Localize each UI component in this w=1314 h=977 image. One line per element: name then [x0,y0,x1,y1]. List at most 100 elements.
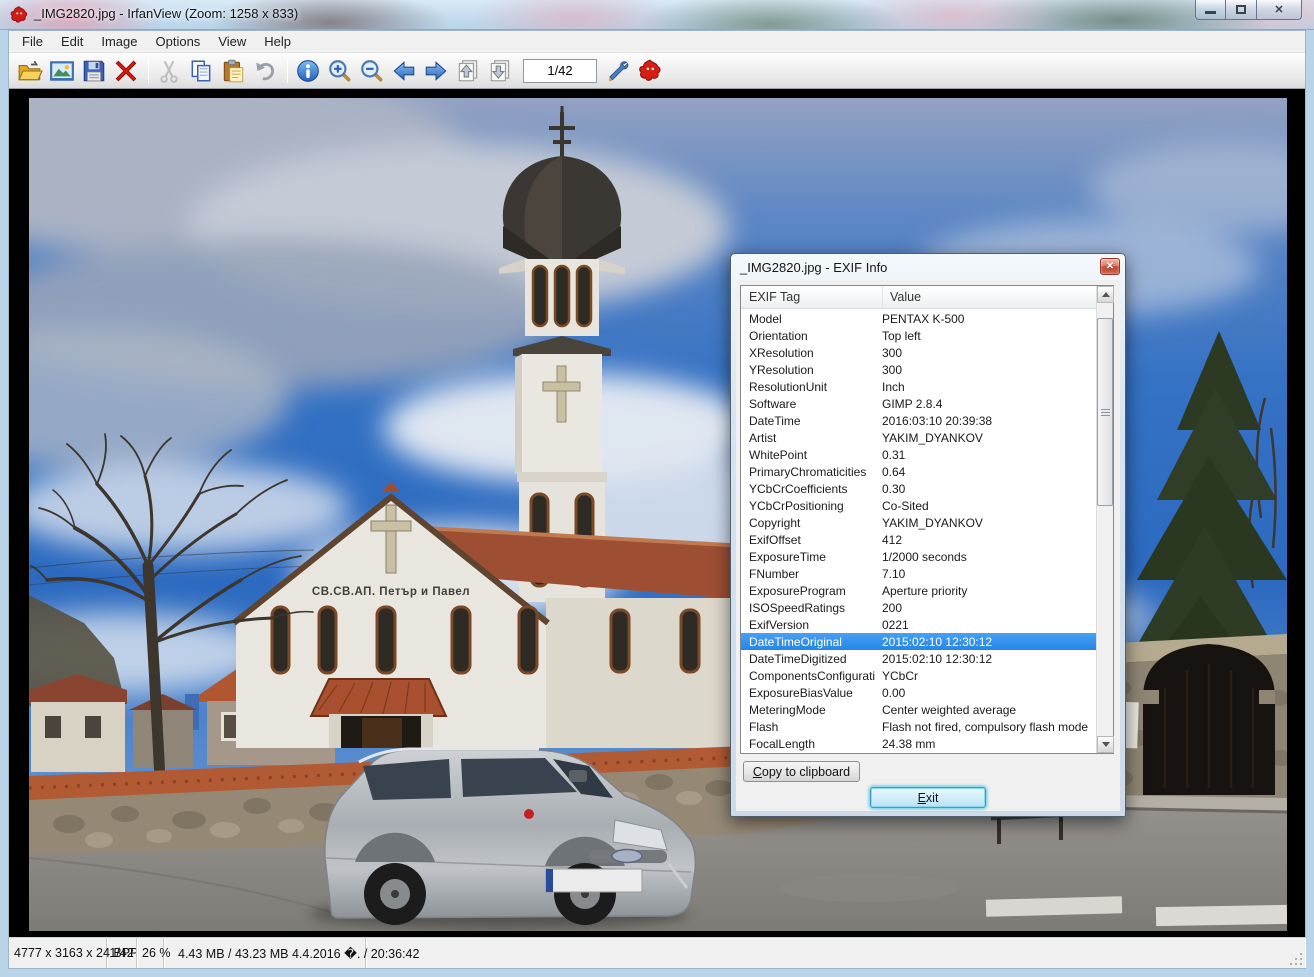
exif-row[interactable]: ArtistYAKIM_DYANKOV [741,429,1097,446]
info-icon [295,58,321,84]
scroll-down-button[interactable] [1097,736,1114,753]
exif-row[interactable]: ExposureProgramAperture priority [741,582,1097,599]
menu-edit[interactable]: Edit [52,32,92,51]
menu-view[interactable]: View [209,32,255,51]
exif-row[interactable]: SoftwareGIMP 2.8.4 [741,395,1097,412]
slideshow-button[interactable] [47,56,77,86]
next-image-icon [423,58,449,84]
exif-value-cell: 7.10 [875,567,1097,581]
exif-row[interactable]: ExifOffset412 [741,531,1097,548]
paste-button[interactable] [218,56,248,86]
exif-row[interactable]: ExposureTime1/2000 seconds [741,548,1097,565]
next-image-button[interactable] [421,56,451,86]
exif-row[interactable]: MeteringModeCenter weighted average [741,701,1097,718]
exif-tag-cell: Artist [741,431,875,445]
exif-tag-cell: WhitePoint [741,448,875,462]
menu-image[interactable]: Image [92,32,146,51]
exif-dialog-close-button[interactable]: ✕ [1100,258,1120,275]
scrollbar-thumb[interactable] [1097,318,1113,506]
undo-button[interactable] [250,56,280,86]
exif-tag-cell: Software [741,397,875,411]
exif-row[interactable]: DateTimeDigitized2015:02:10 12:30:12 [741,650,1097,667]
scroll-up-button[interactable] [1097,286,1114,303]
exif-row[interactable]: ExposureBiasValue0.00 [741,684,1097,701]
exif-row[interactable]: WhitePoint0.31 [741,446,1097,463]
minimize-icon [1205,11,1216,14]
exif-row[interactable]: PrimaryChromaticities0.64 [741,463,1097,480]
column-header-value[interactable]: Value [883,286,1113,308]
column-header-exif-tag[interactable]: EXIF Tag [741,286,883,308]
exif-row[interactable]: CopyrightYAKIM_DYANKOV [741,514,1097,531]
exif-tag-cell: FNumber [741,567,875,581]
irfanview-logo-button[interactable] [635,56,665,86]
last-image-icon [487,58,513,84]
open-folder-button[interactable] [15,56,45,86]
zoom-in-icon [327,58,353,84]
menu-help[interactable]: Help [255,32,300,51]
maximize-icon [1236,5,1246,14]
zoom-in-button[interactable] [325,56,355,86]
exif-value-cell: 0.31 [875,448,1097,462]
exif-table-header: EXIF Tag Value [741,286,1113,309]
exif-row[interactable]: ExifVersion0221 [741,616,1097,633]
previous-image-button[interactable] [389,56,419,86]
info-button[interactable] [293,56,323,86]
exif-dialog-title: _IMG2820.jpg - EXIF Info [740,260,887,275]
previous-image-icon [391,58,417,84]
exif-tag-cell: Flash [741,720,875,734]
delete-icon [113,58,139,84]
exif-tag-cell: ResolutionUnit [741,380,875,394]
exif-value-cell: 2015:02:10 12:30:12 [875,652,1097,666]
exif-row[interactable]: ResolutionUnitInch [741,378,1097,395]
exif-row[interactable]: ComponentsConfigurationYCbCr [741,667,1097,684]
exif-scrollbar[interactable] [1096,286,1113,753]
window-title: _IMG2820.jpg - IrfanView (Zoom: 1258 x 8… [34,6,298,21]
exif-row[interactable]: DateTimeOriginal2015:02:10 12:30:12 [741,633,1097,650]
exif-tag-cell: DateTime [741,414,875,428]
exif-dialog-titlebar[interactable]: _IMG2820.jpg - EXIF Info ✕ [731,254,1125,280]
exif-tag-cell: DateTimeOriginal [741,635,875,649]
minimize-button[interactable] [1195,0,1226,20]
exif-tag-cell: ComponentsConfiguration [741,669,875,683]
exif-row[interactable]: DateTime2016:03:10 20:39:38 [741,412,1097,429]
exif-row[interactable]: XResolution300 [741,344,1097,361]
save-button[interactable] [79,56,109,86]
close-button[interactable]: ✕ [1257,0,1302,20]
maximize-button[interactable] [1226,0,1257,20]
exif-value-cell: 2015:02:10 12:30:12 [875,635,1097,649]
exif-row[interactable]: FocalLength24.38 mm [741,735,1097,752]
last-image-button[interactable] [485,56,515,86]
cut-button[interactable] [154,56,184,86]
delete-button[interactable] [111,56,141,86]
page-number-field[interactable] [523,59,597,83]
exif-row[interactable]: ISOSpeedRatings200 [741,599,1097,616]
thumb-grip-icon [1101,412,1110,413]
exif-row[interactable]: YCbCrPositioningCo-Sited [741,497,1097,514]
exif-tag-cell: ExifVersion [741,618,875,632]
copy-button[interactable] [186,56,216,86]
exit-button[interactable]: Exit [870,787,986,808]
menu-bar: FileEditImageOptionsViewHelp [9,31,1305,53]
zoom-out-button[interactable] [357,56,387,86]
exif-row[interactable]: YCbCrCoefficients0.30 [741,480,1097,497]
exif-value-cell: YAKIM_DYANKOV [875,516,1097,530]
first-image-icon [455,58,481,84]
exif-tag-cell: DateTimeDigitized [741,652,875,666]
exif-value-cell: 2016:03:10 20:39:38 [875,414,1097,428]
exif-row[interactable]: YResolution300 [741,361,1097,378]
exif-tag-cell: YCbCrCoefficients [741,482,875,496]
menu-options[interactable]: Options [147,32,210,51]
exif-value-cell: Inch [875,380,1097,394]
window-titlebar[interactable]: _IMG2820.jpg - IrfanView (Zoom: 1258 x 8… [0,0,1314,30]
exif-row[interactable]: FNumber7.10 [741,565,1097,582]
copy-to-clipboard-button[interactable]: Copy to clipboard [743,761,860,782]
settings-tools-button[interactable] [603,56,633,86]
exif-row[interactable]: ModelPENTAX K-500 [741,310,1097,327]
exif-row[interactable]: FlashFlash not fired, compulsory flash m… [741,718,1097,735]
first-image-button[interactable] [453,56,483,86]
save-icon [81,58,107,84]
exif-value-cell: 300 [875,346,1097,360]
menu-file[interactable]: File [13,32,52,51]
exif-row[interactable]: OrientationTop left [741,327,1097,344]
resize-grip[interactable] [1290,953,1303,966]
